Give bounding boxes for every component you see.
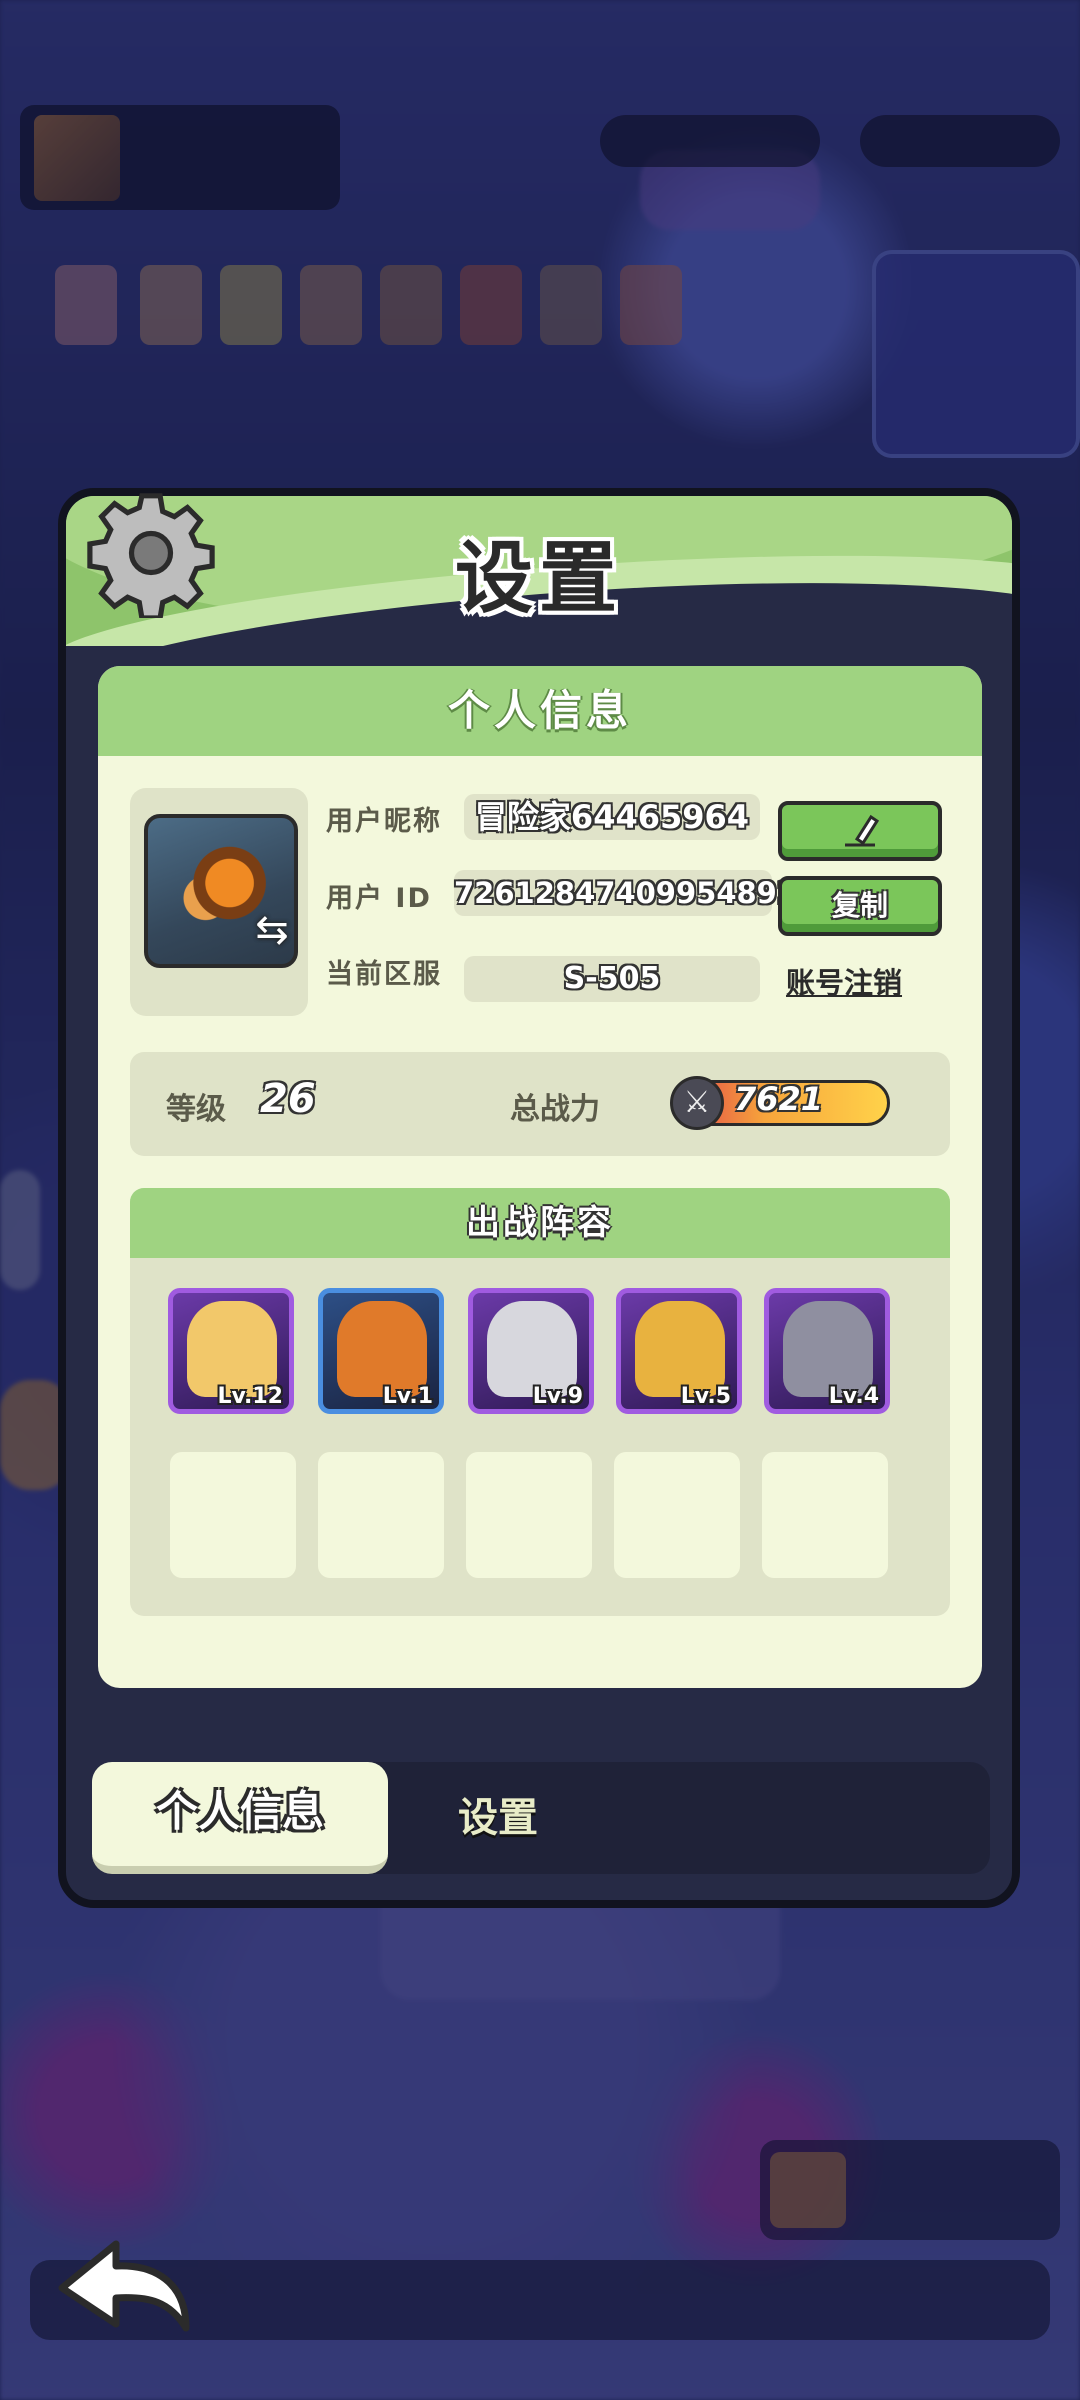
nickname-field: 冒险家64465964 [464,794,760,840]
hero-slot[interactable]: Lv.12 [168,1288,294,1414]
power-badge: ⚔ 7621 [670,1076,900,1130]
user-id-label: 用户 ID [326,883,432,914]
hero-slot[interactable]: Lv.1 [318,1288,444,1414]
deregister-account-link[interactable]: 账号注销 [786,960,902,1002]
hero-slot[interactable]: Lv.9 [468,1288,594,1414]
tab-settings[interactable]: 设置 [388,1762,608,1874]
back-arrow-icon[interactable] [54,2236,194,2336]
personal-info-card: 个人信息 ⇆ 用户昵称 冒险家64465964 用户 ID 7261284740… [98,666,982,1688]
empty-hero-slot[interactable] [762,1452,888,1578]
hero-slot[interactable]: Lv.4 [764,1288,890,1414]
empty-hero-slot[interactable] [170,1452,296,1578]
hero-level: Lv.5 [680,1384,731,1409]
power-label: 总战力 [510,1092,600,1127]
hero-portrait [635,1301,725,1397]
empty-hero-slot[interactable] [614,1452,740,1578]
empty-hero-slot[interactable] [466,1452,592,1578]
hero-level: Lv.12 [217,1384,283,1409]
stats-bar: 等级 26 总战力 ⚔ 7621 [130,1052,950,1156]
crossed-swords-icon: ⚔ [670,1076,724,1130]
level-value: 26 [260,1076,316,1122]
panel-tabs: 个人信息 设置 [92,1762,990,1874]
hero-level: Lv.4 [828,1384,879,1409]
personal-info-header: 个人信息 [98,666,982,756]
gear-icon [87,493,215,618]
power-value: 7621 [734,1080,824,1118]
tab-personal-info[interactable]: 个人信息 [92,1762,388,1874]
empty-hero-slot[interactable] [318,1452,444,1578]
user-id-field: 72612847409954892 [454,870,797,916]
hero-slot[interactable]: Lv.5 [616,1288,742,1414]
hero-portrait [487,1301,577,1397]
server-label: 当前区服 [326,959,442,990]
hero-portrait [337,1301,427,1397]
server-field: S-505 [464,956,760,1002]
hero-level: Lv.9 [532,1384,583,1409]
edit-nickname-button[interactable] [778,801,942,861]
hero-level: Lv.1 [382,1384,433,1409]
battle-lineup-header: 出战阵容 [130,1188,950,1258]
pencil-icon [845,814,880,847]
nickname-label: 用户昵称 [326,806,442,837]
hero-portrait [187,1301,277,1397]
copy-id-button[interactable]: 复制 [778,876,942,936]
swap-icon[interactable]: ⇆ [250,908,294,952]
hero-portrait [783,1301,873,1397]
level-label: 等级 [166,1092,226,1127]
battle-lineup: 出战阵容 Lv.12 Lv.1 Lv.9 Lv.5 Lv.4 [130,1188,950,1616]
avatar-container: ⇆ [130,788,308,1016]
